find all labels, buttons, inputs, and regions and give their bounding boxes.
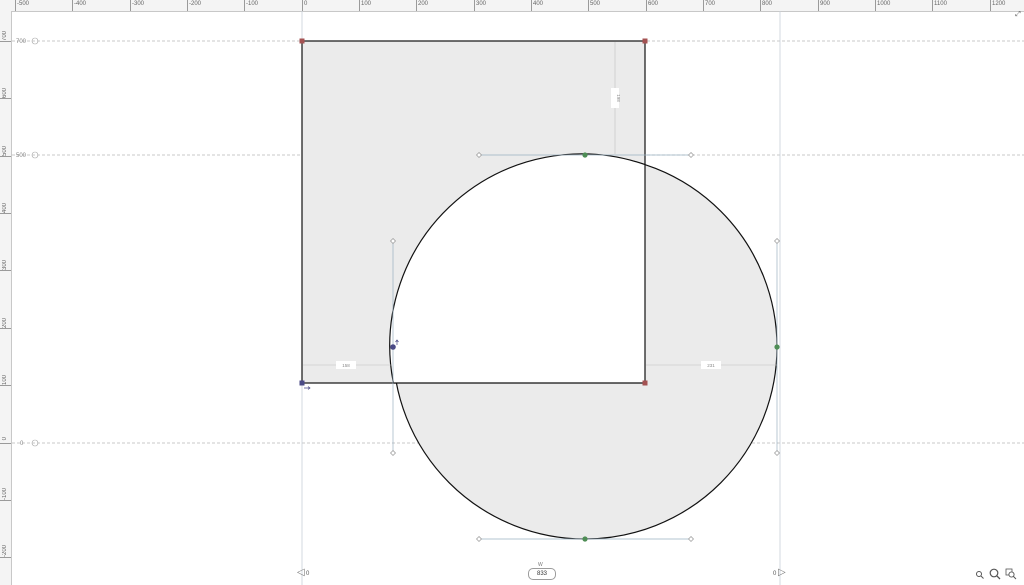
- zoom-out-icon[interactable]: [975, 568, 985, 580]
- control-point[interactable]: [688, 536, 694, 542]
- guide-label: 500: [16, 153, 27, 159]
- path-direction-icon: [304, 386, 311, 390]
- guide-label: 0: [20, 441, 24, 447]
- control-point[interactable]: [476, 536, 482, 542]
- corner-point[interactable]: [642, 38, 648, 44]
- dimension-label: 158: [342, 363, 350, 368]
- anchor-point[interactable]: [774, 344, 780, 350]
- corner-point[interactable]: [642, 380, 648, 386]
- corner-point[interactable]: [299, 38, 305, 44]
- guide-label: 700: [16, 39, 27, 45]
- start-point[interactable]: [390, 344, 396, 350]
- dimension-label: 231: [707, 363, 715, 368]
- width-field[interactable]: 833: [528, 568, 556, 580]
- previous-arrow-icon[interactable]: ◁: [297, 568, 305, 578]
- drawing-canvas[interactable]: 700 500 0 158 231 198: [0, 0, 1024, 585]
- control-point[interactable]: [774, 450, 780, 456]
- anchor-point[interactable]: [582, 536, 588, 542]
- anchor-point[interactable]: [582, 152, 588, 158]
- control-point[interactable]: [688, 152, 694, 158]
- zoom-fit-icon[interactable]: [1005, 568, 1017, 580]
- right-value: 0: [773, 571, 777, 577]
- dimension-label: 198: [616, 94, 621, 102]
- bottom-bar: ◁ 0 W 833 0 ▷: [0, 562, 1024, 585]
- left-value: 0: [306, 571, 310, 577]
- control-point[interactable]: [774, 238, 780, 244]
- control-point[interactable]: [390, 450, 396, 456]
- next-arrow-icon[interactable]: ▷: [778, 568, 786, 578]
- zoom-in-icon[interactable]: [989, 568, 1001, 580]
- start-point[interactable]: [299, 380, 305, 386]
